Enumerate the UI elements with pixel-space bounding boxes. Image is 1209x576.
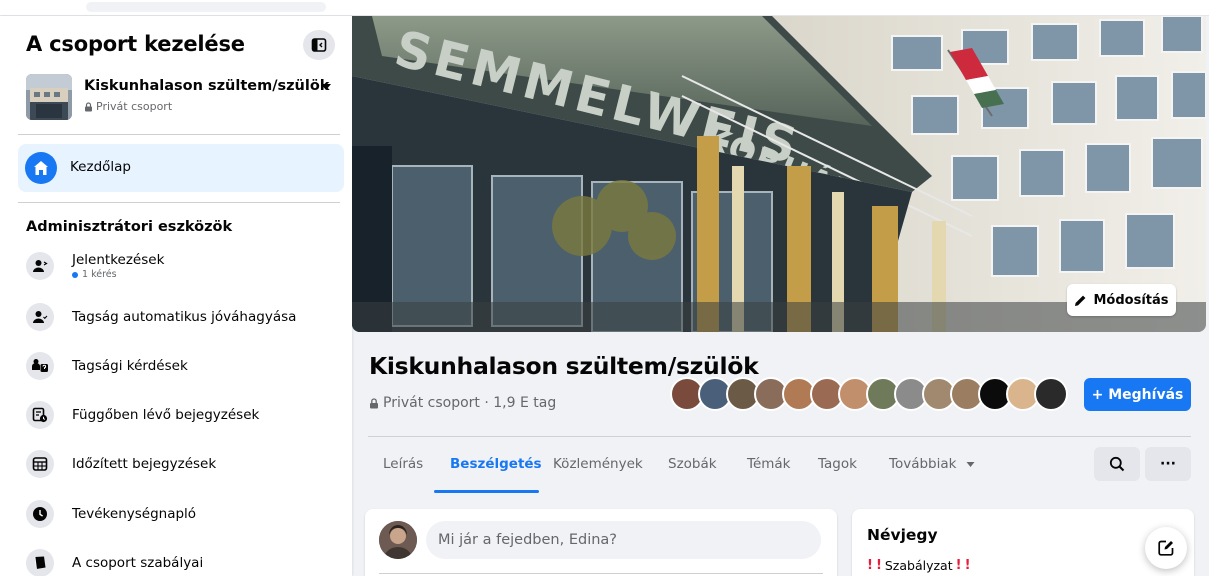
edit-cover-label: Módosítás <box>1093 292 1169 308</box>
exclamation-icon: ! <box>964 558 971 573</box>
compose-icon <box>1158 540 1174 556</box>
panel-collapse-icon <box>311 38 327 52</box>
sidebar-item-auto-approve[interactable]: Tagság automatikus jóváhagyása <box>26 299 346 335</box>
avatar[interactable] <box>379 521 417 559</box>
about-card: Névjegy ! ! Szabályzat ! ! <box>852 509 1194 576</box>
caret-down-icon[interactable] <box>320 82 332 92</box>
person-question-icon <box>26 352 54 380</box>
sidebar-item-scheduled-posts[interactable]: Időzített bejegyzések <box>26 446 346 482</box>
sidebar-item-home[interactable]: Kezdőlap <box>18 144 344 192</box>
tab-discussion[interactable]: Beszélgetés <box>450 456 542 472</box>
top-nav-bar <box>0 0 1209 16</box>
person-add-icon <box>26 252 54 280</box>
sidebar-divider <box>18 134 340 135</box>
sidebar-title: A csoport kezelése <box>26 32 245 56</box>
unread-dot-icon <box>72 271 78 278</box>
tab-description[interactable]: Leírás <box>383 456 423 472</box>
calendar-icon <box>26 450 54 478</box>
sidebar-item-label: Jelentkezések <box>72 252 165 268</box>
pending-posts-icon <box>26 401 54 429</box>
admin-tools-heading: Adminisztrátori eszközök <box>26 219 233 235</box>
group-meta-text: Privát csoport · 1,9 E tag <box>383 395 557 411</box>
person-check-icon <box>26 303 54 331</box>
pending-requests-badge: 1 kérés <box>72 269 117 280</box>
pencil-icon <box>1075 295 1086 306</box>
sidebar-divider <box>18 202 340 203</box>
sidebar-item-label: Időzített bejegyzések <box>72 456 217 472</box>
member-avatars[interactable] <box>670 377 1070 411</box>
search-group-button[interactable] <box>1094 447 1140 481</box>
active-tab-indicator <box>434 490 539 493</box>
group-thumbnail <box>26 74 72 120</box>
lock-icon <box>370 397 378 408</box>
post-composer <box>365 509 837 576</box>
rules-text: Szabályzat <box>884 558 953 573</box>
caret-down-icon <box>966 461 975 467</box>
group-title: Kiskunhalason szültem/szülök <box>369 352 759 380</box>
tab-topics[interactable]: Témák <box>747 456 791 472</box>
sidebar-item-activity-log[interactable]: Tevékenységnapló <box>26 496 346 532</box>
tab-more[interactable]: Továbbiak <box>889 456 975 472</box>
sidebar-item-label: Tevékenységnapló <box>72 506 197 522</box>
clock-icon <box>26 500 54 528</box>
tab-members[interactable]: Tagok <box>818 456 857 472</box>
exclamation-icon: ! <box>867 558 873 573</box>
tab-more-label: Továbbiak <box>889 456 957 472</box>
sidebar-item-label: Tagság automatikus jóváhagyása <box>72 309 297 325</box>
group-privacy: Privát csoport <box>84 100 172 113</box>
lock-icon <box>85 101 92 111</box>
sidebar-item-label: Tagsági kérdések <box>72 358 188 374</box>
group-privacy-label: Privát csoport <box>96 100 173 113</box>
search-bar[interactable] <box>86 2 326 12</box>
group-switcher[interactable]: Kiskunhalason szültem/szülök Privát csop… <box>26 74 346 122</box>
avatar[interactable] <box>1034 377 1068 411</box>
search-icon <box>1109 456 1125 472</box>
book-icon <box>26 549 54 576</box>
sidebar-item-label: Függőben lévő bejegyzések <box>72 407 260 423</box>
home-icon <box>25 152 57 184</box>
sidebar-item-pending-posts[interactable]: Függőben lévő bejegyzések <box>26 397 346 433</box>
sidebar-item-membership-questions[interactable]: Tagsági kérdések <box>26 348 346 384</box>
header-divider <box>368 436 1191 437</box>
tab-rooms[interactable]: Szobák <box>668 456 717 472</box>
admin-sidebar: A csoport kezelése Kiskunhalason szültem… <box>0 16 352 576</box>
exclamation-icon: ! <box>875 558 882 573</box>
new-message-button[interactable] <box>1145 527 1187 569</box>
post-composer-input[interactable] <box>426 521 821 559</box>
exclamation-icon: ! <box>955 558 962 573</box>
edit-cover-button[interactable]: Módosítás <box>1067 284 1176 316</box>
sidebar-item-requests[interactable]: Jelentkezések 1 kérés <box>26 248 346 284</box>
about-title: Névjegy <box>867 526 938 544</box>
rules-line: ! ! Szabályzat ! ! <box>867 558 971 573</box>
tab-announcements[interactable]: Közlemények <box>553 456 643 472</box>
composer-divider <box>379 573 823 574</box>
sidebar-item-label: A csoport szabályai <box>72 555 204 571</box>
collapse-sidebar-button[interactable] <box>303 30 335 60</box>
more-options-button[interactable]: ··· <box>1145 447 1191 481</box>
sidebar-item-label: Kezdőlap <box>70 159 131 175</box>
group-meta: Privát csoport · 1,9 E tag <box>369 395 556 411</box>
sidebar-item-group-rules[interactable]: A csoport szabályai <box>26 545 346 576</box>
invite-button[interactable]: + Meghívás <box>1084 378 1191 411</box>
group-name: Kiskunhalason szültem/szülök <box>84 78 330 94</box>
request-count: 1 kérés <box>82 269 117 280</box>
